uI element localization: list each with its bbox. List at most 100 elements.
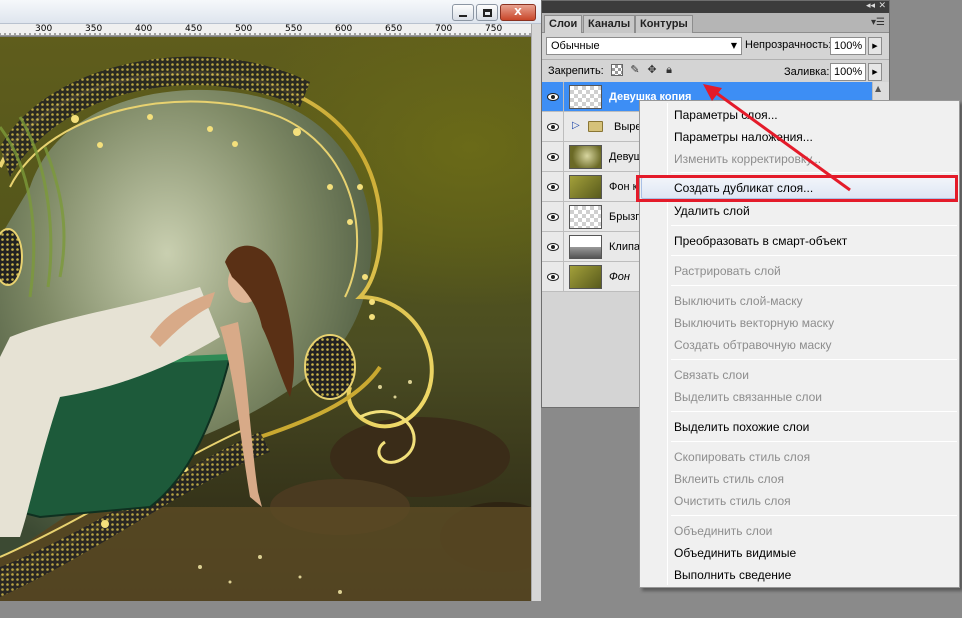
layer-name: Выре <box>614 121 642 133</box>
folder-icon <box>588 121 603 132</box>
lock-position-move-icon[interactable]: ✥ <box>646 64 658 76</box>
eye-icon <box>546 92 559 101</box>
minimize-button[interactable] <box>452 4 474 21</box>
collage-artwork <box>0 56 531 601</box>
menu-separator <box>671 255 957 256</box>
opacity-stepper-button[interactable]: ▶ <box>868 37 882 55</box>
lock-row: Закрепить: ✎ ✥ 🔒︎ Заливка: 100% ▶ <box>542 59 889 81</box>
layer-name: Клипа <box>609 241 641 253</box>
layer-name: Фон <box>609 271 630 283</box>
menu-separator <box>671 441 957 442</box>
mesh-oval <box>304 334 356 400</box>
maximize-button[interactable] <box>476 4 498 21</box>
visibility-toggle[interactable] <box>542 202 564 231</box>
layer-thumbnail <box>569 145 602 169</box>
fill-stepper-button[interactable]: ▶ <box>868 63 882 81</box>
layer-thumbnail <box>569 175 602 199</box>
eye-icon <box>546 212 559 221</box>
fill-label: Заливка: <box>784 66 830 78</box>
menu-item-select-linked-layers: Выделить связанные слои <box>674 390 823 404</box>
opacity-label: Непрозрачность: <box>745 39 832 51</box>
layer-context-menu: Параметры слоя... Параметры наложения...… <box>639 100 960 588</box>
blend-mode-select[interactable]: Обычные ▼ <box>546 37 742 55</box>
lock-label: Закрепить: <box>548 65 604 77</box>
menu-separator <box>671 172 957 173</box>
horizontal-ruler[interactable]: 300 350 400 450 500 550 600 650 700 750 <box>0 24 531 36</box>
tab-paths[interactable]: Контуры <box>635 15 693 33</box>
menu-item-copy-layer-style: Скопировать стиль слоя <box>674 450 811 464</box>
panel-menu-icon[interactable]: ▾☰ <box>871 17 885 28</box>
layer-name: Фон к <box>609 181 638 193</box>
canvas-bottom-strip <box>0 601 541 618</box>
close-button[interactable]: X <box>500 4 536 21</box>
mesh-oval <box>0 228 23 286</box>
visibility-toggle[interactable] <box>542 82 564 111</box>
menu-item-merge-layers: Объединить слои <box>674 524 773 538</box>
panel-tabs: Слои Каналы Контуры ▾☰ <box>542 13 889 33</box>
menu-item-flatten-image[interactable]: Выполнить сведение <box>641 564 958 586</box>
ruler-label: 300 <box>35 24 53 34</box>
menu-separator <box>671 225 957 226</box>
lock-all-padlock-icon[interactable]: 🔒︎ <box>663 64 675 76</box>
minimize-icon <box>459 14 467 17</box>
menu-item-convert-smart-object[interactable]: Преобразовать в смарт-объект <box>641 230 958 252</box>
menu-separator <box>671 411 957 412</box>
ruler-label: 350 <box>85 24 103 34</box>
chevron-down-icon: ▼ <box>730 41 737 50</box>
maximize-icon <box>482 8 492 17</box>
lock-transparency-icon[interactable] <box>611 64 623 76</box>
menu-item-clear-layer-style: Очистить стиль слоя <box>674 494 791 508</box>
menu-item-delete-layer[interactable]: Удалить слой <box>641 200 958 222</box>
visibility-toggle[interactable] <box>542 112 564 141</box>
layer-thumbnail <box>569 85 602 109</box>
layer-name: Брызг <box>609 211 640 223</box>
menu-item-paste-layer-style: Вклеить стиль слоя <box>674 472 784 486</box>
menu-item-disable-layer-mask: Выключить слой-маску <box>674 294 803 308</box>
blend-mode-value: Обычные <box>551 40 600 52</box>
canvas-vertical-scrollbar[interactable] <box>531 24 541 601</box>
menu-item-rasterize-layer: Растрировать слой <box>674 264 781 278</box>
ruler-label: 450 <box>185 24 203 34</box>
visibility-toggle[interactable] <box>542 262 564 291</box>
ruler-label: 400 <box>135 24 153 34</box>
visibility-toggle[interactable] <box>542 172 564 201</box>
ruler-label: 600 <box>335 24 353 34</box>
lock-pixels-brush-icon[interactable]: ✎ <box>629 64 641 76</box>
menu-item-select-similar-layers[interactable]: Выделить похожие слои <box>641 416 958 438</box>
eye-icon <box>546 272 559 281</box>
document-window: X 300 350 400 450 500 550 600 650 700 75… <box>0 0 541 618</box>
document-titlebar: X <box>0 0 541 24</box>
ruler-label: 650 <box>385 24 403 34</box>
annotation-highlight-box <box>636 175 958 202</box>
opacity-input[interactable]: 100% <box>830 37 866 55</box>
ruler-label: 700 <box>435 24 453 34</box>
fill-input[interactable]: 100% <box>830 63 866 81</box>
ruler-label: 500 <box>235 24 253 34</box>
menu-separator <box>671 515 957 516</box>
menu-separator <box>671 359 957 360</box>
menu-item-blending-options[interactable]: Параметры наложения... <box>641 126 958 148</box>
scroll-up-arrow-icon[interactable]: ▲ <box>875 84 881 93</box>
menu-item-edit-adjustment: Изменить корректировку... <box>674 152 822 166</box>
layer-name: Девуш <box>609 151 643 163</box>
menu-item-layer-properties[interactable]: Параметры слоя... <box>641 104 958 126</box>
menu-separator <box>671 285 957 286</box>
menu-item-link-layers: Связать слои <box>674 368 749 382</box>
menu-item-merge-visible[interactable]: Объединить видимые <box>641 542 958 564</box>
expand-arrow-icon[interactable]: ▷ <box>572 120 580 131</box>
eye-icon <box>546 152 559 161</box>
visibility-toggle[interactable] <box>542 232 564 261</box>
tab-channels[interactable]: Каналы <box>583 15 636 33</box>
tab-layers[interactable]: Слои <box>544 15 583 33</box>
panel-header-bar: ◂◂ ✕ <box>542 1 889 13</box>
layer-thumbnail <box>569 235 602 259</box>
menu-item-create-clipping-mask: Создать обтравочную маску <box>674 338 832 352</box>
visibility-toggle[interactable] <box>542 142 564 171</box>
eye-icon <box>546 242 559 251</box>
collapse-icon[interactable]: ◂◂ <box>866 1 875 12</box>
ruler-label: 750 <box>485 24 503 34</box>
image-canvas[interactable] <box>0 37 531 601</box>
ruler-label: 550 <box>285 24 303 34</box>
close-panel-icon[interactable]: ✕ <box>878 1 886 12</box>
layer-thumbnail <box>569 205 602 229</box>
